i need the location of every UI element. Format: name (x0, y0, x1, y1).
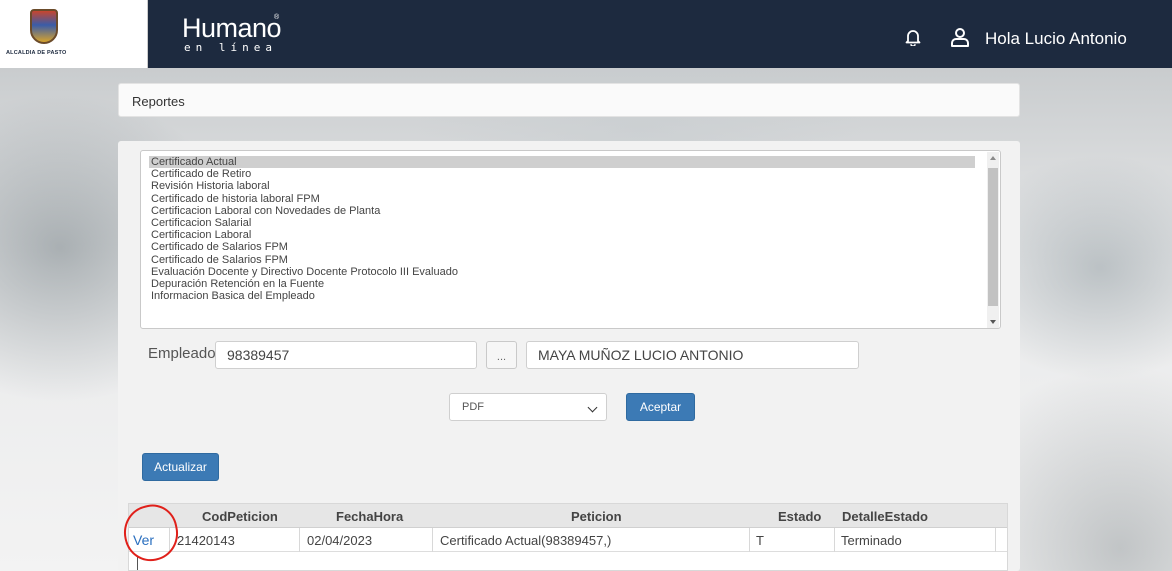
list-item[interactable]: Certificado de historia laboral FPM (141, 193, 986, 205)
list-item[interactable]: Certificado de Retiro (141, 168, 986, 180)
listbox-scrollbar[interactable] (987, 152, 999, 328)
cell-codpeticion: 21420143 (177, 533, 235, 548)
employee-lookup-button[interactable]: ... (486, 341, 517, 369)
column-header-peticion[interactable]: Peticion (571, 509, 622, 524)
list-item[interactable]: Certificacion Laboral (141, 229, 986, 241)
list-item[interactable]: Revisión Historia laboral (141, 180, 986, 192)
text-cursor (137, 557, 138, 570)
list-item[interactable]: Certificado de Salarios FPM (141, 254, 986, 266)
column-header-codpeticion[interactable]: CodPeticion (202, 509, 278, 524)
list-item[interactable]: Certificado Actual (149, 156, 975, 169)
brand-main-text: Humano (182, 13, 282, 43)
format-select[interactable]: PDF (449, 393, 607, 421)
scroll-down-icon[interactable] (990, 320, 996, 324)
page-title: Reportes (132, 94, 185, 109)
reports-listbox[interactable]: Certificado Actual Certificado de Retiro R… (140, 150, 1001, 329)
list-item[interactable]: Certificacion Salarial (141, 217, 986, 229)
cell-estado: T (756, 533, 764, 548)
column-divider (749, 528, 750, 552)
brand-sub-text: en línea (184, 41, 277, 54)
table-header: CodPeticion FechaHora Peticion Estado De… (129, 504, 1007, 528)
requests-table: CodPeticion FechaHora Peticion Estado De… (128, 503, 1008, 571)
top-navbar: ALCALDIA DE PASTO Humano ® en línea Hola… (0, 0, 1172, 68)
cell-peticion: Certificado Actual(98389457,) (440, 533, 612, 548)
cell-detalleestado: Terminado (841, 533, 902, 548)
logo-caption: ALCALDIA DE PASTO (6, 50, 67, 56)
employee-name-field: MAYA MUÑOZ LUCIO ANTONIO (526, 341, 859, 369)
column-header-estado[interactable]: Estado (778, 509, 821, 524)
employee-label: Empleado (148, 345, 216, 362)
list-item[interactable]: Certificacion Laboral con Novedades de P… (141, 205, 986, 217)
list-item[interactable]: Certificado de Salarios FPM (141, 241, 986, 253)
column-divider (299, 528, 300, 552)
column-divider (834, 528, 835, 552)
column-header-detalleestado[interactable]: DetalleEstado (842, 509, 928, 524)
brand-registered-mark: ® (274, 14, 280, 21)
list-item[interactable]: Evaluación Docente y Directivo Docente P… (141, 266, 986, 278)
bell-icon[interactable] (905, 28, 921, 46)
scroll-thumb[interactable] (988, 168, 998, 306)
reports-list: Certificado Actual Certificado de Retiro R… (141, 156, 986, 302)
cell-fechahora: 02/04/2023 (307, 533, 373, 548)
list-item[interactable]: Depuración Retención en la Fuente (141, 278, 986, 290)
user-greeting[interactable]: Hola Lucio Antonio (985, 29, 1127, 49)
list-item[interactable]: Informacion Basica del Empleado (141, 290, 986, 302)
refresh-button[interactable]: Actualizar (142, 453, 219, 481)
alcaldia-logo[interactable]: ALCALDIA DE PASTO (0, 0, 148, 68)
format-select-value: PDF (462, 401, 484, 413)
brand-logo[interactable]: Humano ® en línea (182, 13, 282, 54)
employee-code-input[interactable]: 98389457 (215, 341, 477, 369)
chevron-down-icon (587, 402, 598, 413)
column-divider (995, 528, 996, 552)
breadcrumb: Reportes (118, 83, 1020, 117)
accept-button[interactable]: Aceptar (626, 393, 695, 421)
column-divider (432, 528, 433, 552)
column-header-fechahora[interactable]: FechaHora (336, 509, 403, 524)
table-row[interactable]: Ver 21420143 02/04/2023 Certificado Actu… (129, 528, 1007, 552)
user-icon[interactable] (950, 27, 970, 47)
scroll-up-icon[interactable] (990, 156, 996, 160)
crest-icon (30, 9, 58, 44)
table-empty-row (129, 553, 1007, 571)
